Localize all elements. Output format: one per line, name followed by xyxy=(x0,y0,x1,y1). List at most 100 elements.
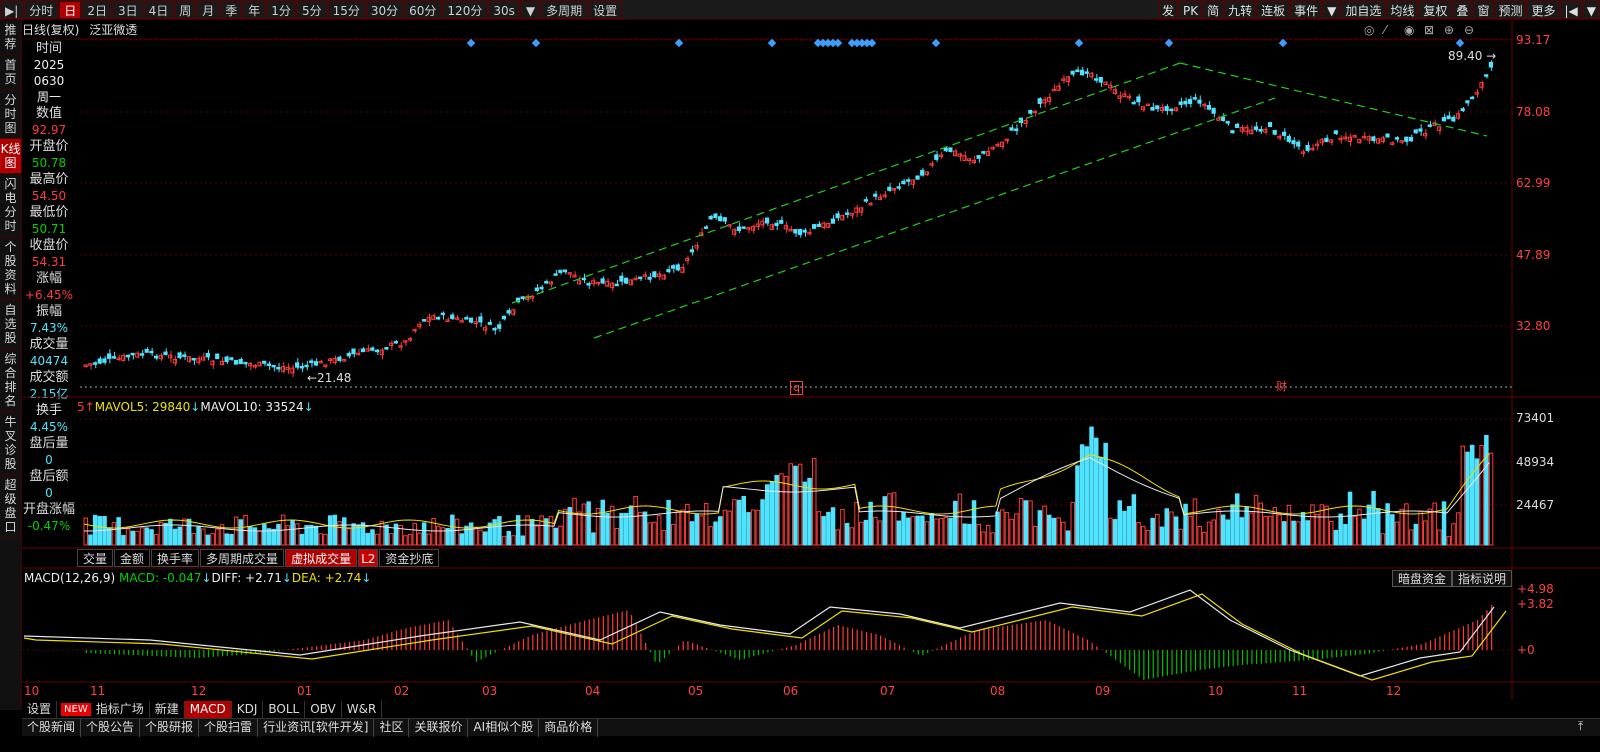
indicator-tab[interactable]: BOLL xyxy=(263,700,306,718)
news-tab[interactable]: 个股扫雷 xyxy=(199,719,259,737)
collapse-up-icon[interactable]: ⤒ xyxy=(1578,719,1583,734)
indicator-tab[interactable]: 指标广场 xyxy=(91,700,150,718)
volume-tab[interactable]: 多周期成交量 xyxy=(200,549,285,567)
news-tab[interactable]: 个股公告 xyxy=(81,719,141,737)
candle xyxy=(445,319,450,322)
indicator-tab[interactable]: 设置 xyxy=(22,700,58,718)
candle xyxy=(896,186,901,189)
month-label: 12 xyxy=(1386,684,1402,698)
chart-tool-icon[interactable]: ◎ xyxy=(1364,23,1374,37)
volume-bar xyxy=(1465,451,1470,546)
volume-bar xyxy=(1028,500,1033,546)
candle xyxy=(346,352,351,357)
candle xyxy=(736,226,741,232)
volume-tab[interactable]: 换手率 xyxy=(151,549,200,567)
volume-bar xyxy=(873,516,878,546)
candle xyxy=(1314,143,1320,147)
candle xyxy=(1136,96,1141,103)
news-tab[interactable]: 商品价格 xyxy=(539,719,599,737)
indicator-tab[interactable]: 新建 xyxy=(150,700,185,718)
news-tab[interactable]: 个股研报 xyxy=(140,719,200,737)
volume-bar xyxy=(1291,520,1296,546)
candle xyxy=(708,215,713,220)
volume-bar xyxy=(168,518,173,546)
volume-bar xyxy=(290,519,295,546)
finance-marker[interactable]: 财 xyxy=(1276,381,1287,393)
volume-bar xyxy=(1032,525,1038,546)
volume-bar xyxy=(351,523,356,546)
candle xyxy=(520,296,525,300)
candle xyxy=(1460,108,1465,112)
news-tab[interactable]: 关联报价 xyxy=(409,719,469,737)
volume-bar xyxy=(1296,521,1301,546)
volume-bar xyxy=(511,535,516,546)
volume-bar xyxy=(1244,506,1249,546)
volume-bar xyxy=(821,516,826,546)
event-marker[interactable]: q xyxy=(790,381,803,395)
candle xyxy=(642,274,647,277)
news-tab[interactable]: 行业资讯[软件开发] xyxy=(258,719,375,737)
volume-bar xyxy=(83,517,88,546)
volume-bar xyxy=(483,531,488,546)
volume-bar xyxy=(497,516,502,546)
news-tab[interactable]: 社区 xyxy=(374,719,410,737)
candle xyxy=(689,249,694,253)
news-tab[interactable]: AI相似个股 xyxy=(468,719,540,737)
indicator-tab[interactable]: OBV xyxy=(305,700,342,718)
candle xyxy=(478,316,483,323)
volume-bar xyxy=(1178,528,1184,546)
candle xyxy=(1089,72,1094,78)
candle xyxy=(229,357,234,360)
candle xyxy=(252,365,257,368)
indicator-tab[interactable]: MACD xyxy=(184,700,232,718)
volume-bar xyxy=(1338,513,1343,546)
volume-bar xyxy=(1225,519,1231,546)
candle xyxy=(1441,117,1447,122)
dark-pool-button[interactable]: 暗盘资金 xyxy=(1392,570,1453,587)
news-tab[interactable]: 个股新闻 xyxy=(22,719,82,737)
indicator-help-button[interactable]: 指标说明 xyxy=(1452,570,1513,587)
candle xyxy=(238,358,243,365)
chart-tool-icon[interactable]: ⊖ xyxy=(1464,23,1474,37)
event-diamond xyxy=(1455,38,1465,48)
volume-bar xyxy=(346,528,352,546)
candle xyxy=(924,171,929,175)
volume-tab[interactable]: 虚拟成交量 xyxy=(285,549,358,567)
chart-tool-icon[interactable]: ⊕ xyxy=(1444,23,1454,37)
volume-tab[interactable]: 资金抄底 xyxy=(379,549,440,567)
volume-tab[interactable]: 金额 xyxy=(114,549,151,567)
month-label: 08 xyxy=(990,684,1006,698)
news-bar: 个股新闻 个股公告 个股研报 个股扫雷 行业资讯[软件开发] 社区 关联报价 AI相似个股 商品… xyxy=(22,718,1600,737)
candle xyxy=(342,359,347,362)
chart-tool-icon[interactable]: ⁄ xyxy=(1381,23,1389,37)
chart-tool-icon[interactable]: ◉ xyxy=(1404,23,1414,37)
candle xyxy=(360,348,365,353)
candle xyxy=(534,287,539,292)
candle xyxy=(1108,84,1113,89)
volume-bar xyxy=(699,515,704,546)
candle xyxy=(473,321,478,324)
volume-axis-label: 24467 xyxy=(1516,498,1555,512)
volume-bar xyxy=(1112,519,1118,546)
candle xyxy=(1366,136,1371,141)
volume-bar xyxy=(271,528,276,546)
candle xyxy=(675,264,680,271)
volume-bar xyxy=(1192,498,1198,546)
volume-bar xyxy=(1314,513,1320,546)
candle xyxy=(384,347,389,350)
candle xyxy=(233,360,239,365)
candle xyxy=(614,283,619,287)
volume-bar xyxy=(1488,452,1494,546)
volume-bar xyxy=(901,511,906,546)
dea-line xyxy=(23,593,1507,681)
volume-tab[interactable]: 交量 xyxy=(77,549,114,567)
chart-tool-icon[interactable]: ⊠ xyxy=(1424,23,1434,37)
indicator-tab[interactable]: KDJ xyxy=(232,700,264,718)
indicator-tab[interactable]: W&R xyxy=(342,700,383,718)
volume-bar xyxy=(727,510,732,546)
candle xyxy=(1479,82,1484,88)
volume-tabs: 交量 金额 换手率 多周期成交量 虚拟成交量 L2 资金抄底 xyxy=(77,549,440,567)
volume-bar xyxy=(1305,520,1310,546)
volume-bar xyxy=(384,524,389,546)
chart-canvas[interactable]: ◎ ⁄ ◉ ⊠ ⊕ ⊖ xyxy=(0,0,1600,752)
